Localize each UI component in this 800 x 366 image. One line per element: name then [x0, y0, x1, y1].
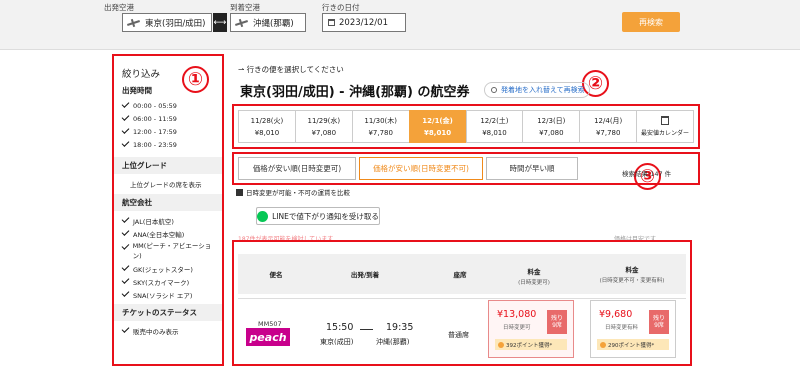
fare-sub: 日時変更可 [503, 325, 531, 331]
points-icon [600, 341, 606, 348]
check-icon [121, 289, 130, 297]
plane-icon [127, 18, 141, 28]
check-icon [121, 100, 130, 108]
search-bar: 出発空港 東京(羽田/成田) ⟷ 到着空港 沖縄(那覇) 行きの日付 2023/… [0, 0, 800, 50]
filter-airline-1[interactable]: ANA(全日本空輸) [121, 227, 214, 240]
results-header: 便名 出発/到着 座席 料金 (日時変更可) 料金 (日時変更不可・変更有料) [238, 254, 686, 294]
calendar-icon [328, 19, 335, 26]
check-icon [121, 276, 130, 284]
seats-left-badge: 残り 9席 [547, 310, 567, 334]
route-title: 東京(羽田/成田) - 沖縄(那覇) の航空券 [240, 85, 470, 100]
fare-sub: 日時変更有料 [605, 325, 639, 331]
sort-tab-earliest[interactable]: 時間が早い順 [486, 157, 578, 180]
swap-icon: ⟷ [213, 17, 227, 28]
fare-price: ¥9,680 [599, 309, 633, 320]
points-icon [498, 341, 504, 348]
date-cell[interactable]: 12/4(月) ¥7,780 [579, 110, 637, 143]
header-fare-changeable: 料金 (日時変更可) [518, 268, 550, 286]
line-icon [257, 210, 269, 222]
filter-ticket-status[interactable]: 販売中のみ表示 [121, 324, 214, 337]
sort-tab-cheap-changeable[interactable]: 価格が安い順(日時変更可) [238, 157, 356, 180]
check-icon [121, 126, 130, 134]
check-icon [121, 325, 130, 333]
arrow-icon: ⇀ [238, 65, 247, 74]
filter-airline-2[interactable]: MM(ピーチ・アビエーション) [121, 240, 214, 262]
departure-time: 15:50 [326, 322, 354, 333]
arrival-time: 19:35 [386, 322, 414, 333]
filter-time-2[interactable]: 12:00 - 17:59 [121, 125, 214, 138]
from-airport-value: 東京(羽田/成田) [145, 18, 206, 29]
select-flight-note: ⇀ 行きの便を選択してください [238, 65, 344, 74]
from-airport-field[interactable]: 東京(羽田/成田) [122, 13, 212, 32]
filter-sidebar: 絞り込み 出発時間 00:00 - 05:59 06:00 - 11:59 12… [112, 54, 224, 366]
checkbox-icon [236, 188, 243, 196]
check-icon [121, 242, 130, 250]
grade-link[interactable]: 上位グレードの席を表示 [122, 177, 214, 191]
filter-airline-3[interactable]: GK(ジェットスター) [121, 262, 214, 275]
header-fare-nonchangeable: 料金 (日時変更不可・変更有料) [599, 266, 665, 284]
date-cell[interactable]: 12/2(土) ¥8,010 [465, 110, 523, 143]
check-icon [121, 263, 130, 271]
header-flight: 便名 [269, 271, 283, 279]
filter-time-3[interactable]: 18:00 - 23:59 [121, 138, 214, 151]
to-airport-value: 沖縄(那覇) [253, 18, 294, 29]
header-cabin: 座席 [453, 271, 467, 279]
date-selector: 11/28(火) ¥8,010 11/29(水) ¥7,080 11/30(木) ¥7… [232, 104, 700, 149]
grade-heading: 上位グレード [114, 157, 222, 174]
cheapest-calendar-button[interactable]: 最安値カレンダー [636, 110, 694, 143]
row-divider [238, 298, 686, 299]
annotation-1: ① [182, 66, 209, 93]
airline-heading: 航空会社 [114, 194, 222, 211]
header-dep-arr: 出発/到着 [350, 271, 380, 279]
research-button[interactable]: 再検索 [622, 12, 680, 32]
swap-research-link[interactable]: 発着地を入れ替えて再検索 [484, 82, 590, 98]
seats-left-badge: 残り 9席 [649, 310, 669, 334]
date-cell[interactable]: 11/28(火) ¥8,010 [238, 110, 295, 143]
result-count: 検索結果:147 件 [622, 170, 672, 178]
date-cell[interactable]: 12/3(日) ¥7,080 [522, 110, 580, 143]
date-cell[interactable]: 11/30(木) ¥7,780 [351, 110, 409, 143]
filter-airline-5[interactable]: SNA(ソラシド エア) [121, 288, 214, 301]
check-icon [121, 215, 130, 223]
sort-tab-cheap-nonchangeable[interactable]: 価格が安い順(日時変更不可) [359, 157, 483, 180]
results-table: 便名 出発/到着 座席 料金 (日時変更可) 料金 (日時変更不可・変更有料) MM… [232, 240, 692, 366]
date-label: 行きの日付 [322, 3, 360, 12]
arrival-airport: 沖縄(那覇) [376, 338, 410, 346]
line-notify-button[interactable]: LINEで値下がり通知を受け取る [256, 207, 380, 225]
fare-option-nonchangeable[interactable]: ¥9,680 日時変更有料 残り 9席 290ポイント獲得* [590, 300, 676, 358]
ticket-status-heading: チケットのステータス [114, 304, 222, 321]
time-separator [360, 329, 373, 330]
check-icon [121, 139, 130, 147]
check-icon [121, 228, 130, 236]
departure-airport: 東京(成田) [320, 338, 354, 346]
filter-airline-4[interactable]: SKY(スカイマーク) [121, 275, 214, 288]
plane-icon [235, 18, 249, 28]
to-airport-field[interactable]: 沖縄(那覇) [230, 13, 306, 32]
airline-logo: peach [246, 328, 290, 346]
search-icon [491, 87, 497, 93]
fare-option-changeable[interactable]: ¥13,080 日時変更可 残り 9席 392ポイント獲得* [488, 300, 574, 358]
date-cell[interactable]: 11/29(水) ¥7,080 [294, 110, 352, 143]
calendar-icon [661, 116, 670, 125]
compare-changeable-option[interactable]: 日時変更が可能・不可の運賃を比較 [236, 187, 350, 197]
date-value: 2023/12/01 [339, 17, 388, 28]
filter-airline-0[interactable]: JAL(日本航空) [121, 214, 214, 227]
flight-number: MM507 [258, 320, 282, 328]
date-cell-selected[interactable]: 12/1(金) ¥8,010 [408, 110, 466, 143]
from-label: 出発空港 [104, 3, 134, 12]
filter-time-1[interactable]: 06:00 - 11:59 [121, 112, 214, 125]
points-badge: 392ポイント獲得* [495, 339, 567, 350]
filter-time-0[interactable]: 00:00 - 05:59 [121, 99, 214, 112]
points-badge: 290ポイント獲得* [597, 339, 669, 350]
swap-airports-button[interactable]: ⟷ [213, 13, 227, 32]
date-field[interactable]: 2023/12/01 [322, 13, 406, 32]
check-icon [121, 113, 130, 121]
fare-price: ¥13,080 [497, 309, 537, 320]
cabin-class: 普通席 [448, 331, 469, 339]
to-label: 到着空港 [230, 3, 260, 12]
